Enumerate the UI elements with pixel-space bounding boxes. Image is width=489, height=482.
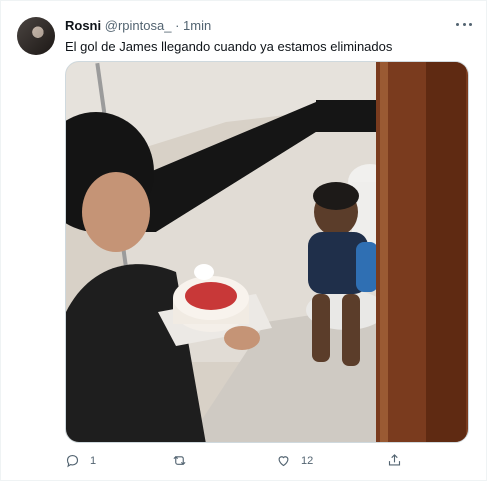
retweet-icon <box>173 455 186 466</box>
tweet-actions: 1 12 <box>65 453 469 471</box>
share-button[interactable] <box>387 453 402 468</box>
avatar[interactable] <box>17 17 55 55</box>
retweet-button[interactable] <box>172 453 197 468</box>
reply-count: 1 <box>90 454 97 467</box>
tweet-header: Rosni @rpintosa_ · 1min <box>65 18 211 33</box>
reply-button[interactable]: 1 <box>65 453 96 468</box>
like-button[interactable]: 12 <box>276 453 313 468</box>
photo-illustration <box>66 62 468 442</box>
share-icon <box>388 454 401 466</box>
author-name[interactable]: Rosni <box>65 18 101 33</box>
like-count: 12 <box>301 454 314 467</box>
tweet-photo[interactable] <box>65 61 469 443</box>
tweet-text: El gol de James llegando cuando ya estam… <box>65 39 393 54</box>
separator-dot: · <box>175 18 180 33</box>
author-handle[interactable]: @rpintosa_ <box>105 18 172 33</box>
more-options-icon[interactable] <box>456 19 472 29</box>
timestamp[interactable]: 1min <box>183 18 211 33</box>
reply-icon <box>66 454 79 468</box>
tweet-card[interactable]: Rosni @rpintosa_ · 1min El gol de James … <box>0 0 487 481</box>
heart-icon <box>278 456 289 467</box>
